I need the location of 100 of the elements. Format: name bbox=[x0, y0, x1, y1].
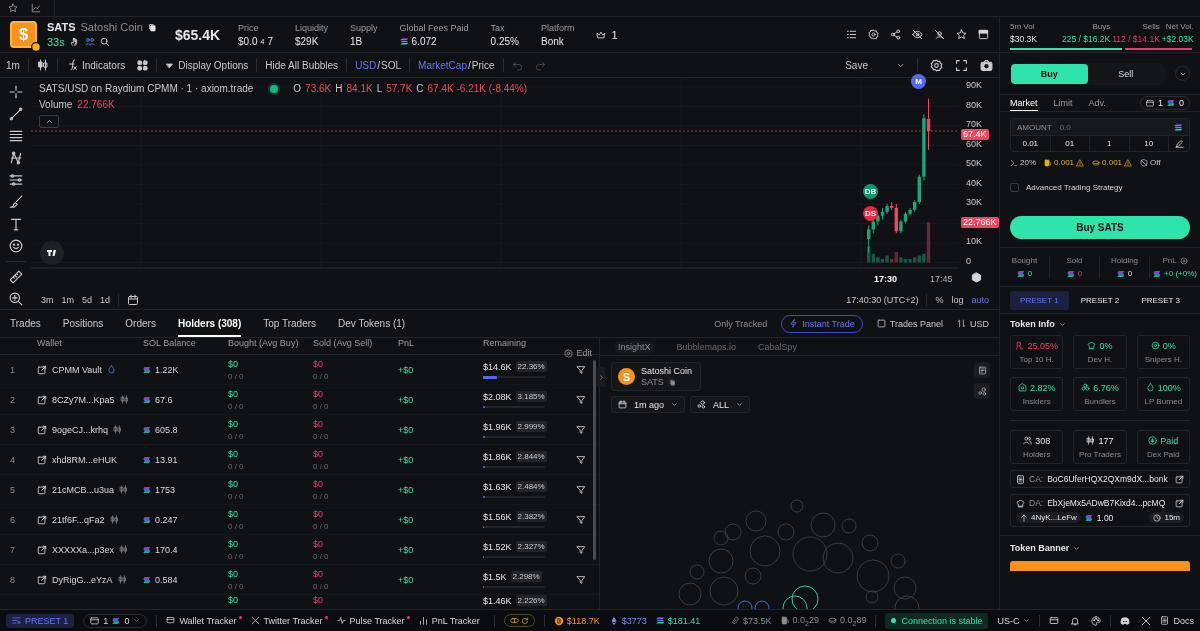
dev-address[interactable]: EbXjeMx5ADwB7Kixd4...pcMQ bbox=[1047, 498, 1166, 508]
time-filter[interactable]: 1m ago bbox=[611, 396, 686, 413]
brush-icon[interactable] bbox=[8, 195, 23, 209]
window-icon[interactable] bbox=[978, 29, 989, 40]
wallet-link[interactable]: xhd8RM...eHUK bbox=[52, 454, 118, 465]
hidden-profile-icon[interactable] bbox=[934, 29, 945, 40]
trades-panel-button[interactable]: Trades Panel bbox=[876, 318, 943, 329]
share-icon[interactable] bbox=[890, 29, 901, 40]
external-link-icon[interactable] bbox=[37, 484, 47, 495]
tracker-button[interactable]: PnL Tracker bbox=[418, 615, 485, 626]
setting-value[interactable]: 20% bbox=[1020, 158, 1036, 167]
range-button[interactable]: 1d bbox=[100, 294, 111, 305]
tracker-button[interactable]: Pulse Tracker bbox=[336, 615, 410, 626]
x-icon[interactable] bbox=[1141, 615, 1152, 626]
preset-button[interactable]: PRESET 1 bbox=[6, 613, 75, 628]
quick-amount-button[interactable]: 1 bbox=[1090, 136, 1130, 151]
trade-marker[interactable]: M bbox=[911, 74, 926, 89]
settings-icon[interactable] bbox=[868, 29, 879, 40]
panel-tab[interactable]: Trades bbox=[10, 310, 41, 337]
filter-button[interactable] bbox=[576, 544, 586, 555]
save-button[interactable]: Save bbox=[845, 59, 905, 71]
setting-value[interactable]: 0.001 bbox=[1054, 158, 1075, 167]
horizontal-lines-icon[interactable] bbox=[8, 129, 23, 143]
range-button[interactable]: 3m bbox=[41, 294, 54, 305]
token-banner-toggle[interactable]: Token Banner bbox=[1010, 543, 1190, 553]
quick-amount-button[interactable]: 01 bbox=[1050, 136, 1090, 151]
hand-icon[interactable] bbox=[69, 37, 80, 47]
preset-tab[interactable]: PRESET 3 bbox=[1131, 290, 1190, 310]
scale-button[interactable]: % bbox=[935, 294, 944, 305]
order-type-tab[interactable]: Limit bbox=[1053, 95, 1073, 111]
setting-value[interactable]: 0.001 bbox=[1102, 158, 1123, 167]
panel-tab[interactable]: Positions bbox=[62, 310, 104, 337]
text-tool-icon[interactable] bbox=[8, 217, 23, 231]
list-icon[interactable] bbox=[846, 29, 857, 40]
external-link-icon[interactable] bbox=[37, 544, 47, 555]
currency-button[interactable]: USD bbox=[957, 318, 989, 329]
checkbox[interactable] bbox=[1010, 183, 1019, 192]
wallet-link[interactable]: 21tf6F...qFa2 bbox=[52, 514, 105, 525]
group-filter[interactable]: ALL bbox=[690, 396, 751, 413]
order-type-tab[interactable]: Adv. bbox=[1088, 95, 1106, 111]
fibonacci-icon[interactable] bbox=[8, 173, 23, 187]
order-type-tab[interactable]: Market bbox=[1010, 95, 1038, 111]
pattern-icon[interactable] bbox=[8, 151, 23, 165]
filter-button[interactable] bbox=[576, 484, 586, 495]
zoom-in-icon[interactable] bbox=[8, 292, 23, 306]
setting-value[interactable]: Off bbox=[1150, 158, 1161, 167]
trade-marker[interactable]: DB bbox=[863, 184, 878, 199]
wallet-link[interactable]: 9ogeCJ...krhq bbox=[52, 424, 109, 435]
edit-button[interactable]: Edit bbox=[564, 348, 592, 358]
trend-line-icon[interactable] bbox=[8, 107, 23, 121]
currency-option[interactable]: SOL bbox=[381, 59, 402, 71]
panel-tab[interactable]: Orders bbox=[125, 310, 156, 337]
range-button[interactable]: 1m bbox=[61, 294, 75, 305]
wallet-link[interactable]: 21cMCB...u3ua bbox=[52, 484, 115, 495]
panel-tab[interactable]: Holders (308) bbox=[177, 310, 242, 337]
external-link-icon[interactable] bbox=[37, 454, 47, 465]
panel-tab[interactable]: Dev Tokens (1) bbox=[338, 310, 406, 337]
preset-tab[interactable]: PRESET 2 bbox=[1070, 290, 1130, 310]
panel-tab[interactable]: Top Traders bbox=[263, 310, 317, 337]
external-link-icon[interactable] bbox=[1175, 498, 1184, 508]
side-tab[interactable]: Buy bbox=[1011, 63, 1088, 84]
bubbles-button[interactable] bbox=[974, 383, 990, 399]
ruler-icon[interactable] bbox=[8, 270, 23, 284]
only-tracked-toggle[interactable]: Only Tracked bbox=[714, 318, 768, 329]
external-link-icon[interactable] bbox=[37, 364, 47, 375]
interval-button[interactable]: 1m bbox=[6, 59, 20, 71]
token-info-toggle[interactable]: Token Info bbox=[1010, 319, 1190, 329]
discord-icon[interactable] bbox=[1120, 615, 1131, 626]
wallet-link[interactable]: XXXXXa...p3ex bbox=[52, 544, 115, 555]
display-options-button[interactable]: Display Options bbox=[165, 59, 249, 71]
search-icon[interactable] bbox=[99, 37, 110, 47]
bell-icon[interactable] bbox=[1070, 615, 1081, 626]
tracker-button[interactable]: Twitter Tracker bbox=[250, 615, 328, 626]
window-icon[interactable] bbox=[1049, 615, 1060, 626]
wallet-link[interactable]: 8CZy7M...Kpa5 bbox=[52, 394, 115, 405]
amount-field[interactable]: 0.0 bbox=[1059, 122, 1166, 132]
external-link-icon[interactable] bbox=[37, 514, 47, 525]
filter-button[interactable] bbox=[576, 454, 586, 465]
copy-icon[interactable] bbox=[668, 378, 676, 386]
contract-address[interactable]: BoC6UferHQX2QXm9dX...bonk bbox=[1047, 474, 1168, 484]
candles-icon[interactable] bbox=[36, 59, 49, 71]
filter-button[interactable] bbox=[576, 364, 586, 375]
expand-handle[interactable] bbox=[597, 367, 605, 387]
preset-tab[interactable]: PRESET 1 bbox=[1010, 290, 1069, 310]
amount-box[interactable]: AMOUNT 0.0 bbox=[1011, 119, 1189, 136]
source-tab[interactable]: CabalSpy bbox=[758, 341, 798, 352]
metric-option[interactable]: MarketCap bbox=[418, 59, 467, 71]
funding-chip[interactable]: 4NyK...LeFw bbox=[1016, 512, 1081, 523]
currency-option[interactable]: USD bbox=[355, 59, 377, 71]
external-link-icon[interactable] bbox=[37, 394, 47, 405]
calendar-icon[interactable] bbox=[127, 293, 140, 306]
region-selector[interactable]: US-C bbox=[997, 615, 1031, 626]
settings-icon[interactable] bbox=[930, 58, 943, 72]
buy-button[interactable]: Buy SATS bbox=[1010, 216, 1190, 239]
external-link-icon[interactable] bbox=[37, 424, 47, 435]
quick-amount-button[interactable]: 0.01 bbox=[1011, 136, 1051, 151]
palette-icon[interactable] bbox=[1091, 615, 1102, 626]
external-link-icon[interactable] bbox=[1175, 474, 1184, 484]
metric-option[interactable]: Price bbox=[471, 59, 495, 71]
quick-amount-button[interactable]: 10 bbox=[1129, 136, 1169, 151]
